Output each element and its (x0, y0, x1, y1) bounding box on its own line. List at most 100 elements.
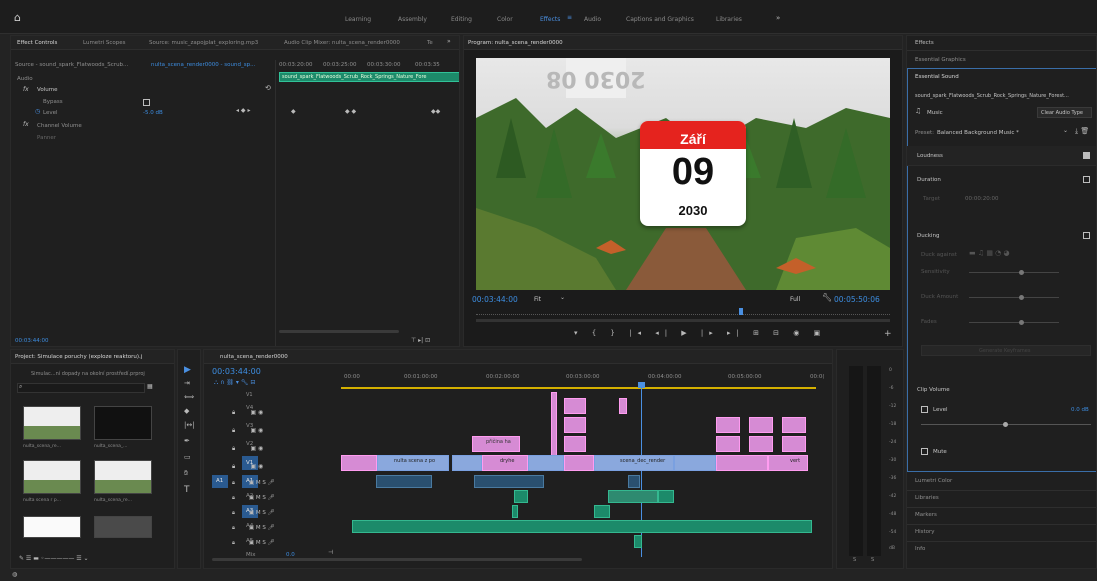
level-checkbox[interactable] (921, 406, 928, 413)
project-thumb[interactable] (94, 460, 152, 494)
slider-knob[interactable] (1019, 320, 1024, 325)
keyframe-diamond-icon[interactable]: ◆ ◆ (345, 109, 356, 115)
more-workspaces-icon[interactable]: » (776, 15, 780, 22)
playhead-marker[interactable] (739, 308, 743, 315)
audio-clip[interactable] (512, 505, 518, 518)
video-clip[interactable] (564, 455, 594, 471)
loudness-checkbox[interactable] (1083, 152, 1090, 159)
video-clip[interactable] (716, 455, 768, 471)
project-title[interactable]: Project: Simulace poruchy (exploze reakt… (15, 354, 142, 360)
video-clip[interactable] (716, 436, 740, 452)
program-fit-select[interactable]: Fit (534, 296, 541, 303)
wrench-icon[interactable]: 🔧︎ (822, 294, 832, 302)
panel-essential-graphics[interactable]: Essential Graphics (915, 57, 966, 63)
chevron-down-icon[interactable]: ⌄ (1063, 128, 1068, 134)
hand-tool-icon[interactable]: ✋︎ (184, 470, 188, 477)
ripple-edit-icon[interactable]: ⟺ (184, 394, 194, 401)
video-clip[interactable] (564, 398, 586, 414)
rectangle-tool-icon[interactable]: ▭ (184, 454, 191, 461)
program-timecode[interactable]: 00:03:44:00 (472, 295, 518, 304)
save-preset-icon[interactable]: ⤓ 🗑︎ (1075, 128, 1089, 135)
new-bin-icon[interactable]: ▦ (147, 384, 153, 390)
video-clip[interactable] (749, 417, 773, 433)
workspace-libraries[interactable]: Libraries (716, 16, 742, 23)
ec-level-value[interactable]: -5.0 dB (143, 110, 163, 116)
program-title[interactable]: Program: nulta_scena_render0000 (468, 40, 563, 46)
reset-icon[interactable]: ⟲ (265, 85, 271, 92)
mute-checkbox[interactable] (921, 448, 928, 455)
ec-panner[interactable]: Panner (37, 135, 56, 141)
workspace-audio[interactable]: Audio (584, 16, 601, 23)
video-clip[interactable] (716, 417, 740, 433)
timeline-timecode[interactable]: 00:03:44:00 (212, 367, 261, 376)
tab-lumetri-scopes[interactable]: Lumetri Scopes (83, 40, 126, 46)
panel-markers[interactable]: Markers (915, 512, 937, 518)
video-clip[interactable] (564, 436, 586, 452)
scroll-bar[interactable] (476, 319, 890, 322)
slip-tool-icon[interactable]: |↔| (184, 422, 195, 429)
audio-clip[interactable] (376, 475, 432, 488)
duck-against-icons[interactable]: ▬ ♫ ▦ ◔ ◕ (969, 250, 1010, 257)
es-duration[interactable]: Duration (917, 177, 941, 183)
program-video-frame[interactable]: 2030 08 Září 09 2030 (476, 58, 890, 290)
loudness-row[interactable]: Loudness (907, 146, 1096, 166)
timeline-title[interactable]: nulta_scena_render0000 (220, 354, 288, 360)
panel-lumetri-color[interactable]: Lumetri Color (915, 478, 952, 484)
video-clip[interactable] (528, 455, 564, 471)
sequence-link[interactable]: nulta_scena_render0000 - sound_sp... (151, 62, 255, 68)
keyframe-nav-icon[interactable]: ◂ ◆ ▸ (236, 108, 250, 114)
video-clip[interactable] (564, 417, 586, 433)
video-clip[interactable] (551, 392, 557, 462)
audio-clip[interactable] (608, 490, 658, 503)
audio-clip[interactable] (352, 520, 812, 533)
project-thumb[interactable] (94, 516, 152, 538)
playhead-handle[interactable] (638, 382, 645, 388)
more-tabs-icon[interactable]: » (447, 39, 451, 45)
track-controls-icon[interactable]: 🔒︎ ▣ ◉ 🔒︎ ▣ ◉ 🔒︎ ▣ ◉ 🔒︎ ▣ ◉ (232, 404, 263, 476)
video-clip[interactable] (782, 417, 806, 433)
tab-source[interactable]: Source: music_zapojplat_exploring.mp3 (149, 40, 258, 46)
meter-solo-button[interactable]: S (871, 557, 874, 563)
program-scrubber[interactable] (476, 308, 890, 315)
bypass-checkbox[interactable] (143, 99, 150, 106)
transport-controls-icon[interactable]: ▾ { } |◂ ◂| ▶ |▸ ▸| ⊞ ⊟ ◉ ▣ (574, 330, 826, 337)
program-quality-select[interactable]: Full (790, 296, 800, 303)
panel-libraries[interactable]: Libraries (915, 495, 939, 501)
track-select-icon[interactable]: ⇥ (184, 380, 190, 387)
source-a1[interactable]: A1 (216, 478, 223, 484)
chevron-down-icon[interactable]: ⌄ (560, 295, 565, 301)
pen-tool-icon[interactable]: ✒ (184, 438, 190, 445)
video-clip[interactable] (341, 455, 377, 471)
ducking-checkbox[interactable] (1083, 232, 1090, 239)
audio-clip[interactable] (628, 475, 640, 488)
ec-zoom-scroll[interactable] (279, 330, 399, 333)
audio-clip[interactable] (658, 490, 674, 503)
project-footer-icons[interactable]: ✎ ☰ ▬ ◦————— ☰ ⌄ (19, 556, 89, 562)
tab-text[interactable]: Te (427, 40, 433, 46)
slider-knob[interactable] (1019, 295, 1024, 300)
selection-tool-icon[interactable]: ▶ (184, 366, 191, 375)
project-thumb[interactable] (23, 516, 81, 538)
ec-channel-volume[interactable]: Channel Volume (37, 123, 82, 129)
sensitivity-slider[interactable] (969, 272, 1059, 273)
workspace-editing[interactable]: Editing (451, 16, 472, 23)
razor-tool-icon[interactable]: ◆ (184, 408, 189, 415)
workspace-menu-icon[interactable]: ≡ (567, 15, 572, 21)
keyframe-diamond-icon[interactable]: ◆◆ (431, 109, 440, 115)
audio-clip[interactable] (514, 490, 528, 503)
panel-essential-sound[interactable]: Essential Sound (915, 74, 959, 80)
video-clip[interactable] (619, 398, 627, 414)
panel-effects[interactable]: Effects (915, 40, 934, 46)
duck-amount-slider[interactable] (969, 297, 1059, 298)
audio-clip[interactable] (594, 505, 610, 518)
fades-slider[interactable] (969, 322, 1059, 323)
meter-solo-button[interactable]: S (853, 557, 856, 563)
panel-info[interactable]: Info (915, 546, 925, 552)
audio-clip[interactable] (634, 535, 642, 548)
type-tool-icon[interactable]: T (184, 486, 190, 495)
project-thumb[interactable] (94, 406, 152, 440)
video-clip[interactable] (768, 455, 808, 471)
keyframe-diamond-icon[interactable]: ◆ (291, 109, 296, 115)
home-icon[interactable]: ⌂ (14, 12, 21, 23)
timeline-hscroll[interactable] (212, 558, 582, 561)
